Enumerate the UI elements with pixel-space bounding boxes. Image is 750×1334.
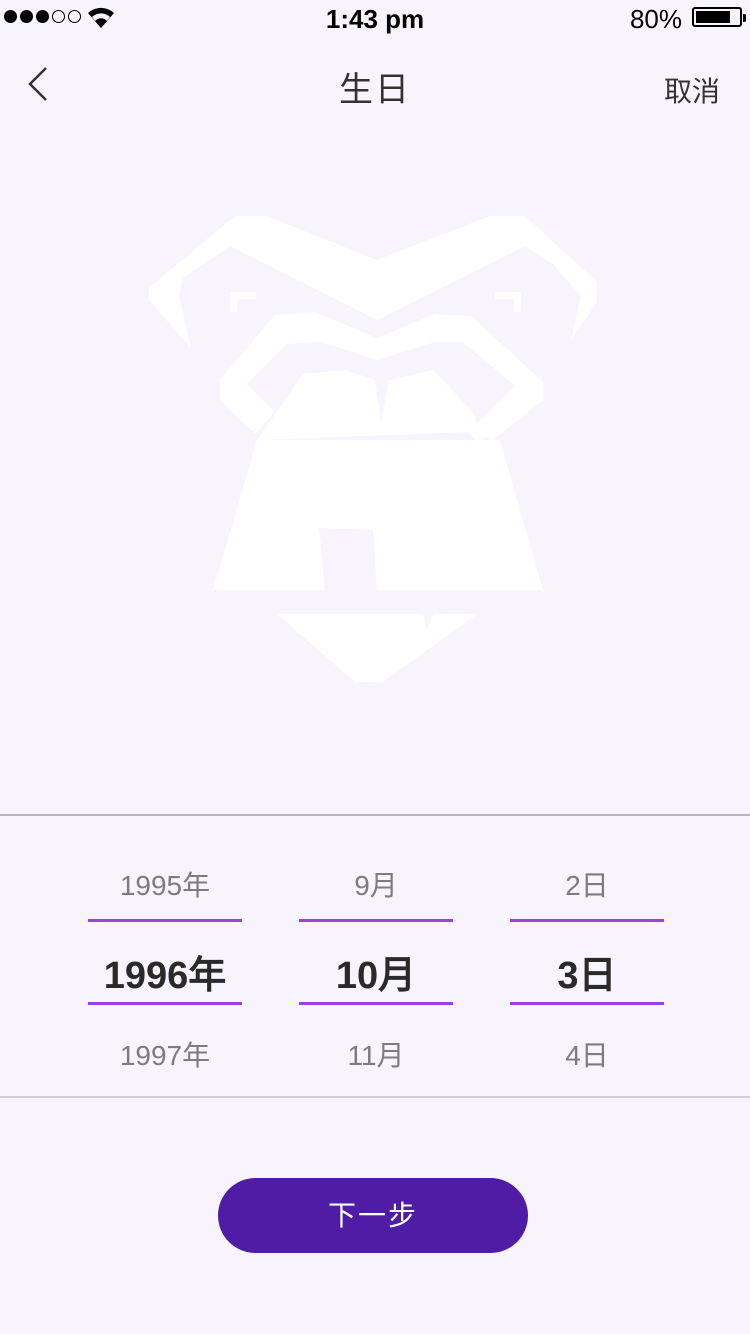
year-highlight-top — [88, 919, 242, 922]
year-option-selected[interactable]: 1996年 — [88, 944, 242, 999]
month-option-prev[interactable]: 9月 — [299, 864, 453, 904]
day-highlight-top — [510, 919, 664, 922]
month-highlight-bottom — [299, 1002, 453, 1005]
month-highlight-top — [299, 919, 453, 922]
picker-bottom-divider — [0, 1096, 750, 1098]
picker-top-divider — [0, 814, 750, 816]
day-option-next[interactable]: 4日 — [510, 1034, 664, 1074]
navigation-bar: 生日 取消 — [0, 40, 750, 130]
month-option-next[interactable]: 11月 — [299, 1034, 453, 1074]
day-highlight-bottom — [510, 1002, 664, 1005]
next-step-button[interactable]: 下一步 — [218, 1178, 528, 1253]
year-highlight-bottom — [88, 1002, 242, 1005]
battery-percent: 80% — [629, 4, 682, 34]
year-option-prev[interactable]: 1995年 — [88, 864, 242, 904]
day-option-selected[interactable]: 3日 — [510, 944, 664, 999]
battery-icon — [692, 7, 746, 27]
gorilla-logo-icon — [149, 216, 597, 682]
month-option-selected[interactable]: 10月 — [299, 944, 453, 999]
cancel-button[interactable]: 取消 — [664, 70, 720, 110]
page-title: 生日 — [339, 71, 411, 109]
year-option-next[interactable]: 1997年 — [88, 1034, 242, 1074]
status-bar: 1:43 pm 80% — [0, 0, 750, 40]
day-option-prev[interactable]: 2日 — [510, 864, 664, 904]
